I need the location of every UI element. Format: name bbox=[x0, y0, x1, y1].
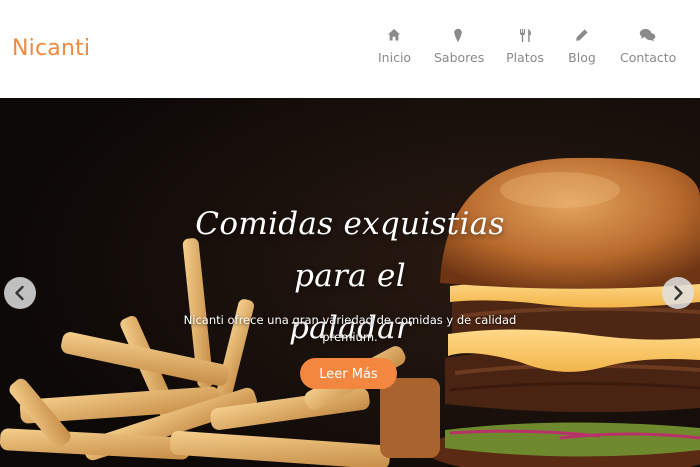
nav-label-inicio: Inicio bbox=[378, 50, 412, 65]
nav-item-contacto[interactable]: Contacto bbox=[620, 28, 677, 74]
nav-item-sabores[interactable]: Sabores bbox=[434, 28, 485, 74]
ice-cream-icon bbox=[434, 28, 482, 44]
chevron-left-icon bbox=[15, 285, 24, 301]
nav-label-platos: Platos bbox=[506, 50, 544, 65]
nav-item-inicio[interactable]: Inicio bbox=[378, 28, 412, 74]
nav-item-platos[interactable]: Platos bbox=[506, 28, 544, 74]
carousel-next-button[interactable] bbox=[662, 277, 694, 309]
main-nav: Inicio Sabores Platos Blog Contacto bbox=[0, 28, 700, 78]
chevron-right-icon bbox=[674, 285, 683, 301]
hero-description: Nicanti ofrece una gran variedad de comi… bbox=[183, 313, 517, 344]
carousel-prev-button[interactable] bbox=[4, 277, 36, 309]
nav-item-blog[interactable]: Blog bbox=[566, 28, 598, 74]
nav-label-blog: Blog bbox=[568, 50, 596, 65]
utensils-icon bbox=[506, 28, 544, 44]
nav-label-sabores: Sabores bbox=[434, 50, 485, 65]
chat-bubbles-icon bbox=[620, 28, 674, 44]
nav-label-contacto: Contacto bbox=[620, 50, 677, 65]
read-more-button[interactable]: Leer Más bbox=[300, 358, 397, 389]
hero-carousel: Comidas exquistias para el paladar Nican… bbox=[0, 98, 700, 467]
site-header: Nicanti Inicio Sabores Platos Blog Conta… bbox=[0, 0, 700, 98]
hero-title-line1: Comidas exquistias para el bbox=[195, 206, 505, 294]
home-icon bbox=[378, 28, 410, 44]
pencil-icon bbox=[566, 28, 598, 44]
